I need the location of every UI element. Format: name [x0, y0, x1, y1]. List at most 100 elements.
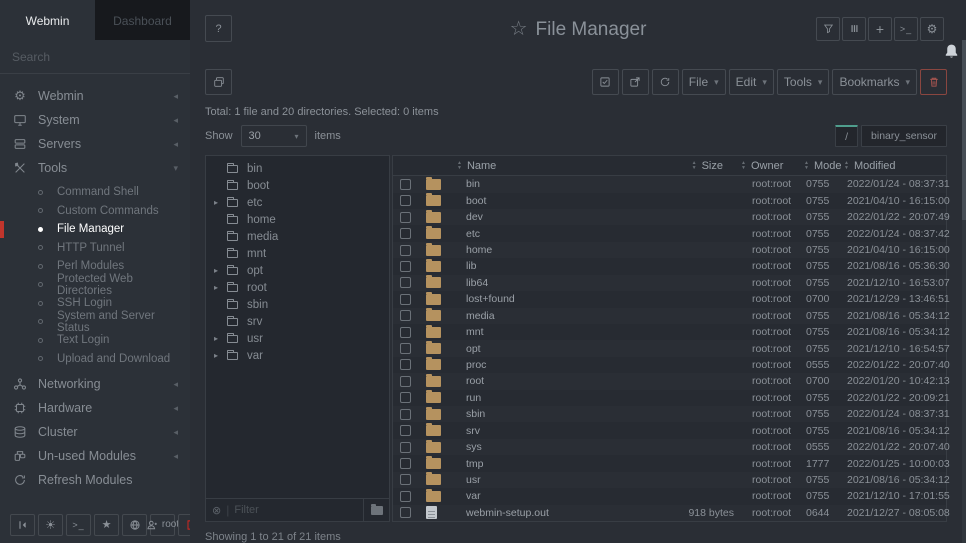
page-size-select[interactable]: 30▾ — [241, 125, 307, 147]
filter-button[interactable] — [816, 17, 840, 41]
file-name[interactable]: dev — [457, 211, 624, 223]
sidebar-item-custom-commands[interactable]: Custom Commands — [0, 202, 190, 221]
columns-button[interactable] — [842, 17, 866, 41]
tree-item-sbin[interactable]: sbin — [206, 296, 389, 313]
add-button[interactable]: + — [868, 17, 892, 41]
terminal-button[interactable]: >_ — [894, 17, 918, 41]
column-header-name[interactable]: ▲▼Name — [457, 160, 624, 172]
tree-item-mnt[interactable]: mnt — [206, 245, 389, 262]
row-checkbox[interactable] — [400, 277, 411, 288]
tree-item-bin[interactable]: bin — [206, 160, 389, 177]
menu-edit-button[interactable]: Edit▾ — [729, 69, 774, 95]
row-checkbox[interactable] — [400, 458, 411, 469]
file-name[interactable]: etc — [457, 228, 624, 240]
table-row[interactable]: libroot:root07552021/08/16 - 05:36:30 — [393, 258, 946, 274]
table-row[interactable]: binroot:root07552022/01/24 - 08:37:31 — [393, 176, 946, 192]
file-name[interactable]: sbin — [457, 408, 624, 420]
menu-tools-button[interactable]: Tools▾ — [777, 69, 830, 95]
breadcrumb-segment[interactable]: / — [835, 125, 858, 147]
file-name[interactable]: webmin-setup.out — [457, 507, 624, 519]
row-checkbox[interactable] — [400, 294, 411, 305]
theme-sun-button[interactable]: ☀ — [38, 514, 63, 536]
copy-icon[interactable] — [205, 69, 232, 95]
file-name[interactable]: lost+found — [457, 293, 624, 305]
expand-arrow-icon[interactable]: ▸ — [214, 198, 227, 207]
help-button[interactable]: ? — [205, 15, 232, 42]
file-name[interactable]: lib — [457, 260, 624, 272]
table-row[interactable]: sbinroot:root07552022/01/24 - 08:37:31 — [393, 406, 946, 422]
tree-filter-input[interactable] — [234, 504, 363, 516]
table-row[interactable]: bootroot:root07552021/04/10 - 16:15:00 — [393, 193, 946, 209]
favorites-star-button[interactable]: ★ — [94, 514, 119, 536]
menu-file-button[interactable]: File▾ — [682, 69, 726, 95]
file-name[interactable]: home — [457, 244, 624, 256]
file-name[interactable]: tmp — [457, 458, 624, 470]
row-checkbox[interactable] — [400, 261, 411, 272]
row-checkbox[interactable] — [400, 179, 411, 190]
tree-item-media[interactable]: media — [206, 228, 389, 245]
tree-item-root[interactable]: ▸root — [206, 279, 389, 296]
sidebar-item-command-shell[interactable]: Command Shell — [0, 183, 190, 202]
file-name[interactable]: sys — [457, 441, 624, 453]
file-name[interactable]: mnt — [457, 326, 624, 338]
bell-icon[interactable] — [939, 40, 963, 62]
column-header-size[interactable]: ▲▼Size — [624, 160, 741, 172]
table-row[interactable]: varroot:root07552021/12/10 - 17:01:55 — [393, 488, 946, 504]
sidebar-item-tools[interactable]: Tools▾ — [0, 156, 190, 180]
breadcrumb-segment[interactable]: binary_sensor — [861, 125, 947, 147]
collapse-sidebar-button[interactable] — [10, 514, 35, 536]
table-row[interactable]: mntroot:root07552021/08/16 - 05:34:12 — [393, 324, 946, 340]
table-row[interactable]: optroot:root07552021/12/10 - 16:54:57 — [393, 340, 946, 356]
trash-button[interactable] — [920, 69, 947, 95]
clear-icon[interactable]: ⊗ — [212, 504, 221, 517]
table-row[interactable]: devroot:root07552022/01/22 - 20:07:49 — [393, 209, 946, 225]
table-row[interactable]: rootroot:root07002022/01/20 - 10:42:13 — [393, 373, 946, 389]
refresh-button[interactable] — [652, 69, 679, 95]
table-row[interactable]: sysroot:root05552022/01/22 - 20:07:40 — [393, 439, 946, 455]
sidebar-item-refresh-modules[interactable]: Refresh Modules — [0, 468, 190, 492]
sidebar-item-file-manager[interactable]: File Manager — [0, 220, 190, 239]
file-name[interactable]: run — [457, 392, 624, 404]
tree-item-usr[interactable]: ▸usr — [206, 330, 389, 347]
sidebar-item-text-login[interactable]: Text Login — [0, 331, 190, 350]
column-header-modified[interactable]: ▲▼Modified — [844, 160, 946, 172]
sidebar-item-servers[interactable]: Servers◂ — [0, 132, 190, 156]
search-input[interactable] — [12, 50, 178, 64]
export-button[interactable] — [622, 69, 649, 95]
file-name[interactable]: media — [457, 310, 624, 322]
language-globe-button[interactable] — [122, 514, 147, 536]
file-name[interactable]: bin — [457, 178, 624, 190]
sidebar-item-webmin[interactable]: ⚙Webmin◂ — [0, 84, 190, 108]
row-checkbox[interactable] — [400, 343, 411, 354]
sidebar-item-un-used-modules[interactable]: Un-used Modules◂ — [0, 444, 190, 468]
row-checkbox[interactable] — [400, 327, 411, 338]
sidebar-item-upload-and-download[interactable]: Upload and Download — [0, 350, 190, 369]
tab-webmin[interactable]: Webmin — [0, 0, 95, 40]
table-row[interactable]: etcroot:root07552022/01/24 - 08:37:42 — [393, 225, 946, 241]
table-row[interactable]: mediaroot:root07552021/08/16 - 05:34:12 — [393, 308, 946, 324]
row-checkbox[interactable] — [400, 228, 411, 239]
table-row[interactable]: webmin-setup.out918 bytesroot:root064420… — [393, 505, 946, 521]
row-checkbox[interactable] — [400, 359, 411, 370]
table-row[interactable]: homeroot:root07552021/04/10 - 16:15:00 — [393, 242, 946, 258]
terminal-button[interactable]: >_ — [66, 514, 91, 536]
sidebar-item-protected-web-directories[interactable]: Protected Web Directories — [0, 276, 190, 295]
column-header-mode[interactable]: ▲▼Mode — [804, 160, 844, 172]
row-checkbox[interactable] — [400, 474, 411, 485]
file-name[interactable]: boot — [457, 195, 624, 207]
folder-icon[interactable] — [363, 499, 389, 521]
tree-item-srv[interactable]: srv — [206, 313, 389, 330]
row-checkbox[interactable] — [400, 245, 411, 256]
row-checkbox[interactable] — [400, 392, 411, 403]
file-name[interactable]: root — [457, 375, 624, 387]
tree-item-var[interactable]: ▸var — [206, 347, 389, 364]
file-name[interactable]: opt — [457, 343, 624, 355]
row-checkbox[interactable] — [400, 425, 411, 436]
user-button[interactable]: root — [150, 514, 175, 536]
tab-dashboard[interactable]: Dashboard — [95, 0, 190, 40]
file-name[interactable]: proc — [457, 359, 624, 371]
expand-arrow-icon[interactable]: ▸ — [214, 351, 227, 360]
row-checkbox[interactable] — [400, 507, 411, 518]
file-name[interactable]: usr — [457, 474, 624, 486]
file-name[interactable]: srv — [457, 425, 624, 437]
